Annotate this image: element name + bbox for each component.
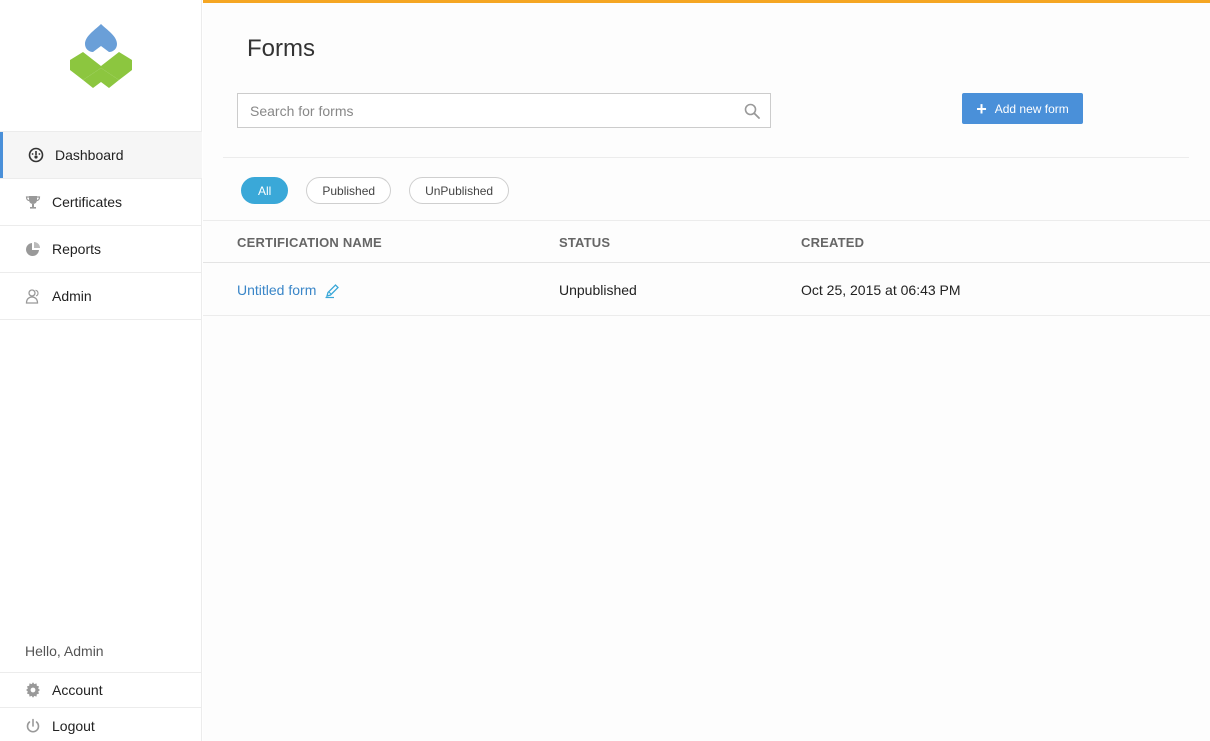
logout-link[interactable]: Logout — [0, 708, 202, 741]
account-label: Account — [52, 682, 103, 698]
greeting-text: Hello, Admin — [25, 643, 104, 659]
table-header: CERTIFICATION NAME STATUS CREATED — [203, 221, 1210, 263]
cell-created: Oct 25, 2015 at 06:43 PM — [801, 282, 961, 298]
sidebar-item-label: Certificates — [52, 194, 123, 210]
divider — [223, 157, 1189, 158]
sidebar-item-reports[interactable]: Reports — [0, 226, 202, 273]
form-name-link[interactable]: Untitled form — [237, 282, 316, 298]
table-row: Untitled form Unpublished Oct 25, 2015 a… — [203, 264, 1210, 316]
sidebar-item-label: Admin — [52, 288, 92, 304]
logout-label: Logout — [52, 717, 95, 734]
sidebar-nav: Dashboard Certificates Reports Admin — [0, 131, 202, 320]
edit-pencil-icon[interactable] — [324, 283, 340, 299]
column-header-certification-name[interactable]: CERTIFICATION NAME — [237, 235, 382, 250]
add-new-form-label: Add new form — [994, 101, 1069, 116]
filter-published[interactable]: Published — [306, 177, 392, 204]
filter-all[interactable]: All — [241, 177, 289, 204]
sidebar: Dashboard Certificates Reports Admin Hel… — [0, 0, 202, 741]
sidebar-item-certificates[interactable]: Certificates — [0, 179, 202, 226]
search-icon[interactable] — [742, 101, 762, 121]
gear-icon — [24, 681, 42, 699]
filter-unpublished[interactable]: UnPublished — [409, 177, 510, 204]
sidebar-bottom-nav: Account Logout — [0, 672, 202, 741]
sidebar-item-label: Dashboard — [55, 147, 124, 163]
search-box[interactable] — [237, 93, 771, 128]
app-root: Dashboard Certificates Reports Admin Hel… — [0, 0, 1210, 741]
search-input[interactable] — [238, 94, 742, 127]
page-title: Forms — [247, 35, 315, 62]
cell-status: Unpublished — [559, 282, 637, 298]
brand-logo[interactable] — [68, 24, 134, 90]
column-header-status[interactable]: STATUS — [559, 235, 610, 250]
filter-pills: All Published UnPublished — [241, 177, 527, 204]
sidebar-item-label: Reports — [52, 241, 102, 257]
pie-chart-icon — [24, 240, 42, 258]
users-icon — [24, 287, 42, 305]
trophy-icon — [24, 193, 42, 211]
logo-icon — [70, 24, 132, 88]
cell-certification-name: Untitled form — [237, 282, 340, 299]
column-header-created[interactable]: CREATED — [801, 235, 864, 250]
plus-icon: + — [976, 98, 987, 119]
add-new-form-button[interactable]: + Add new form — [962, 93, 1083, 124]
sidebar-item-admin[interactable]: Admin — [0, 273, 202, 320]
dashboard-gauge-icon — [27, 146, 45, 164]
sidebar-item-dashboard[interactable]: Dashboard — [0, 132, 202, 179]
main-content: Forms + Add new form All Published UnPub… — [203, 0, 1210, 741]
account-link[interactable]: Account — [0, 673, 202, 708]
power-icon — [24, 717, 42, 735]
